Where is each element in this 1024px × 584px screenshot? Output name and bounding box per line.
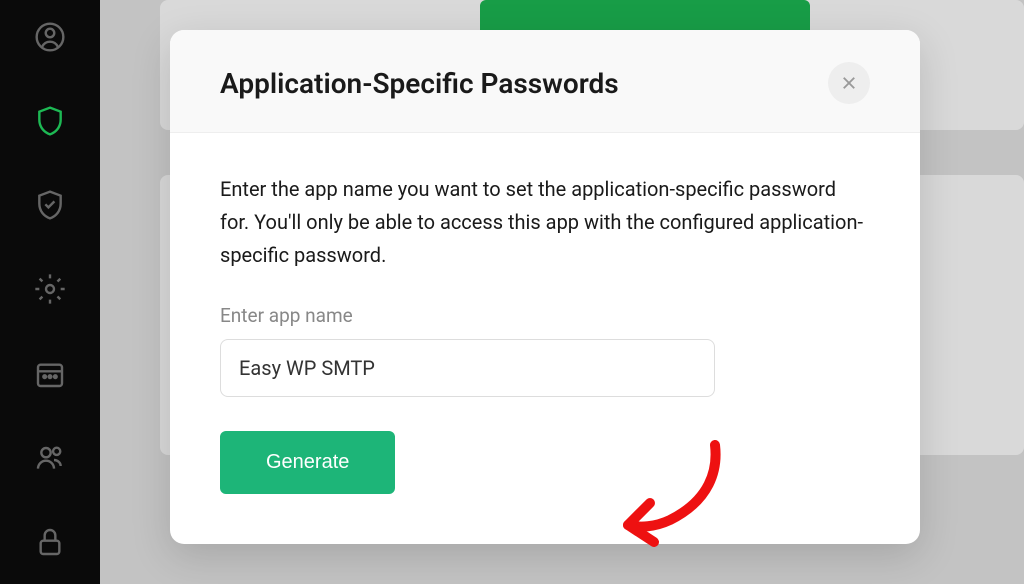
calendar-icon <box>34 358 66 390</box>
lock-icon <box>34 526 66 558</box>
sidebar-item-people[interactable] <box>0 416 100 500</box>
modal-title: Application-Specific Passwords <box>220 67 619 100</box>
app-password-modal: Application-Specific Passwords Enter the… <box>170 30 920 544</box>
shield-icon <box>34 105 66 137</box>
user-circle-icon <box>34 21 66 53</box>
close-button[interactable] <box>828 62 870 104</box>
sidebar-item-calendar[interactable] <box>0 332 100 416</box>
sidebar-item-lock[interactable] <box>0 500 100 584</box>
sidebar-item-settings[interactable] <box>0 247 100 331</box>
app-name-label: Enter app name <box>220 304 870 327</box>
sidebar-item-profile[interactable] <box>0 0 100 79</box>
sidebar-item-security-check[interactable] <box>0 163 100 247</box>
modal-description: Enter the app name you want to set the a… <box>220 173 870 272</box>
modal-body: Enter the app name you want to set the a… <box>170 133 920 544</box>
shield-check-icon <box>34 189 66 221</box>
gear-icon <box>34 273 66 305</box>
people-icon <box>34 442 66 474</box>
sidebar <box>0 0 100 584</box>
close-icon <box>840 74 858 92</box>
app-name-input[interactable] <box>220 339 715 397</box>
sidebar-item-security[interactable] <box>0 79 100 163</box>
generate-button[interactable]: Generate <box>220 431 395 494</box>
modal-header: Application-Specific Passwords <box>170 30 920 133</box>
